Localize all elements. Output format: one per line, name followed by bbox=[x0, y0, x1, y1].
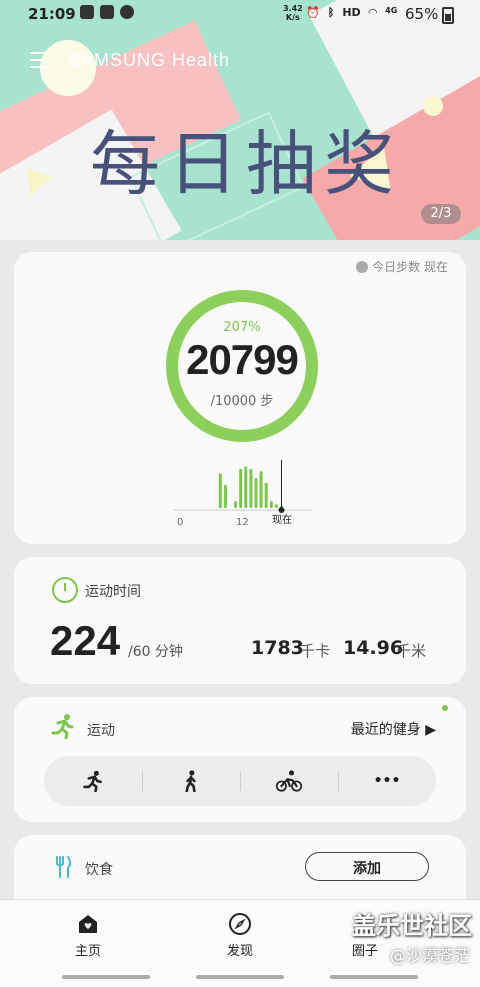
banner-pager: 2/3 bbox=[421, 204, 461, 224]
steps-card[interactable]: 今日步数 现在 207% 20799 /10000 步 0 12 现在 bbox=[14, 252, 466, 544]
alarm-icon: ⏰ bbox=[306, 6, 320, 19]
app-brand: SAMSUNG Health bbox=[68, 50, 231, 70]
nav-home[interactable]: 主页 bbox=[48, 912, 128, 959]
nav-community-label: 圈子 bbox=[351, 944, 378, 959]
hourly-bar bbox=[259, 471, 263, 508]
notification-icon bbox=[100, 5, 114, 19]
wifi-icon: ◠ bbox=[368, 6, 378, 19]
sync-icon bbox=[356, 260, 369, 273]
hourly-bar bbox=[264, 482, 268, 508]
home-icon bbox=[79, 915, 97, 933]
hourly-bar bbox=[223, 485, 227, 508]
back-gesture[interactable] bbox=[330, 975, 418, 979]
running-icon bbox=[51, 714, 74, 739]
steps-percent: 207% bbox=[223, 320, 261, 335]
more-icon: ••• bbox=[373, 773, 401, 789]
menu-icon[interactable] bbox=[30, 52, 50, 73]
nav-discover-label: 发现 bbox=[226, 944, 253, 959]
add-food-button[interactable]: 添加 bbox=[305, 852, 429, 881]
exercise-card[interactable]: 运动 最近的健身 ▶ ••• bbox=[14, 697, 466, 822]
promo-banner[interactable]: SAMSUNG Health 每日抽奖 2/3 bbox=[0, 0, 480, 240]
hourly-bar bbox=[244, 466, 248, 508]
battery-icon bbox=[442, 7, 454, 24]
hourly-bar bbox=[218, 473, 222, 508]
quick-cycle-button[interactable] bbox=[240, 756, 338, 806]
notification-icon bbox=[120, 5, 134, 19]
tick-label: 0 bbox=[177, 517, 184, 528]
nav-discover[interactable]: 发现 bbox=[200, 912, 280, 959]
quick-workout-bar: ••• bbox=[44, 756, 436, 806]
recent-workouts-link[interactable]: 最近的健身 ▶ bbox=[351, 719, 436, 739]
notification-icon bbox=[80, 5, 94, 19]
activity-minutes-goal: /60 分钟 bbox=[128, 644, 183, 660]
hourly-bar bbox=[249, 468, 253, 508]
fork-knife-icon bbox=[56, 856, 71, 878]
recent-apps-gesture[interactable] bbox=[62, 975, 150, 979]
now-label: 现在 bbox=[272, 515, 292, 526]
hourly-bar bbox=[269, 501, 273, 508]
steps-ring: 207% 20799 /10000 步 bbox=[162, 286, 322, 446]
steps-corner-label: 今日步数 现在 bbox=[356, 258, 448, 275]
nav-home-label: 主页 bbox=[74, 944, 101, 959]
hourly-bar bbox=[239, 468, 243, 508]
signal-icon: 4G bbox=[385, 6, 398, 15]
status-bar: 21:09 3.42 K/s ⏰ ᛒ HD ◠ 4G 65% bbox=[0, 0, 480, 28]
home-gesture[interactable] bbox=[196, 975, 284, 979]
hourly-bar bbox=[274, 504, 278, 508]
watermark-text: 盖乐世社区 bbox=[352, 912, 472, 940]
net-speed-unit: K/s bbox=[285, 13, 300, 22]
hourly-bar bbox=[254, 478, 258, 508]
running-icon bbox=[83, 770, 102, 792]
activity-minutes: 224 bbox=[50, 617, 121, 664]
quick-run-button[interactable] bbox=[44, 756, 142, 806]
hd-label: HD bbox=[342, 6, 361, 19]
quick-walk-button[interactable] bbox=[142, 756, 240, 806]
calories-unit: 千卡 bbox=[300, 642, 331, 660]
compass-icon bbox=[229, 913, 251, 935]
steps-count: 20799 bbox=[186, 336, 299, 383]
bluetooth-icon: ᛒ bbox=[327, 6, 335, 19]
distance-unit: 千米 bbox=[396, 642, 427, 660]
banner-decor bbox=[423, 96, 443, 116]
new-indicator-dot bbox=[442, 705, 448, 711]
clock-icon bbox=[52, 577, 78, 603]
banner-headline: 每日抽奖 bbox=[90, 123, 402, 205]
system-icons: ⏰ ᛒ HD ◠ 4G bbox=[306, 6, 397, 19]
net-speed-value: 3.42 bbox=[283, 4, 303, 13]
net-speed: 3.42 K/s bbox=[283, 4, 303, 22]
steps-goal: /10000 步 bbox=[210, 394, 274, 409]
activity-time-title: 运动时间 bbox=[85, 584, 141, 600]
walking-icon bbox=[185, 770, 196, 792]
food-title: 饮食 bbox=[85, 862, 113, 878]
distance-value: 14.96 bbox=[343, 637, 404, 659]
steps-corner-text: 今日步数 现在 bbox=[372, 260, 448, 274]
more-workouts-button[interactable]: ••• bbox=[338, 756, 436, 806]
tick-label: 12 bbox=[236, 517, 249, 528]
calories-value: 1783 bbox=[251, 637, 304, 659]
exercise-title: 运动 bbox=[87, 723, 115, 739]
status-time: 21:09 bbox=[28, 5, 76, 23]
activity-time-card[interactable]: 运动时间 224 /60 分钟 1783 千卡 14.96 千米 bbox=[14, 557, 466, 684]
watermark-handle: @沙漠苍茫 bbox=[389, 946, 470, 965]
cycling-icon bbox=[275, 770, 303, 792]
notification-icons bbox=[80, 5, 134, 19]
hourly-bar bbox=[234, 501, 238, 508]
battery-percent: 65% bbox=[405, 5, 439, 23]
